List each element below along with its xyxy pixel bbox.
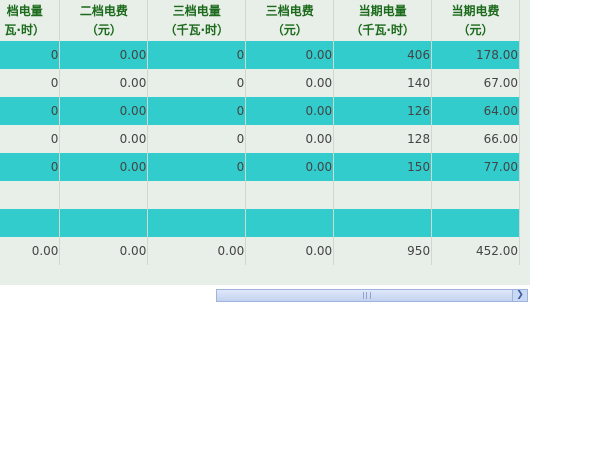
table-cell: 0.00 (59, 97, 149, 125)
table-cell: 0.00 (245, 237, 335, 265)
table-cell: 0.00 (59, 237, 149, 265)
table-cell: 0.00 (245, 41, 335, 69)
table-cell (245, 181, 335, 209)
table-cell: 950 (333, 237, 433, 265)
table-cell: 406 (333, 41, 433, 69)
column-header[interactable]: 当期电量 （千瓦·时） (333, 0, 433, 41)
table-row[interactable] (0, 209, 520, 237)
table-cell: 0 (0, 153, 61, 181)
table-cell: 0.00 (59, 41, 149, 69)
table-cell: 452.00 (431, 237, 520, 265)
table-row[interactable] (0, 181, 520, 209)
table-cell: 0.00 (59, 153, 149, 181)
column-header[interactable]: 三档电量 （千瓦·时） (147, 0, 247, 41)
column-header[interactable]: 档电量 瓦·时） (0, 0, 61, 41)
table-cell: 0 (147, 125, 247, 153)
table-cell: 77.00 (431, 153, 520, 181)
table-row[interactable]: 0 0.00 0 0.00 406 178.00 (0, 41, 520, 69)
table-cell (59, 181, 149, 209)
table-cell (59, 209, 149, 237)
table-cell: 0 (0, 97, 61, 125)
table-cell: 0 (0, 125, 61, 153)
table-cell: 0.00 (245, 97, 335, 125)
table-cell: 64.00 (431, 97, 520, 125)
total-row[interactable]: 0.00 0.00 0.00 0.00 950 452.00 (0, 237, 520, 265)
table-cell (0, 209, 61, 237)
table-cell: 0.00 (245, 69, 335, 97)
table-cell: 128 (333, 125, 433, 153)
table-cell: 140 (333, 69, 433, 97)
table-cell (245, 209, 335, 237)
table-cell (431, 181, 520, 209)
table-cell (431, 209, 520, 237)
table-row[interactable]: 0 0.00 0 0.00 140 67.00 (0, 69, 520, 97)
scrollbar-thumb[interactable] (217, 290, 512, 301)
data-table: 档电量 瓦·时） 二档电费 （元） 三档电量 （千瓦·时） 三档电费 （元） 当期电量（… (0, 0, 520, 265)
table-cell: 0.00 (59, 125, 149, 153)
table-cell: 0 (0, 69, 61, 97)
table-cell: 0 (147, 97, 247, 125)
column-header[interactable]: 二档电费 （元） (59, 0, 149, 41)
table-cell: 0 (147, 41, 247, 69)
data-grid: 档电量 瓦·时） 二档电费 （元） 三档电量 （千瓦·时） 三档电费 （元） 当期电量（… (0, 0, 530, 285)
table-row[interactable]: 0 0.00 0 0.00 150 77.00 (0, 153, 520, 181)
table-cell: 67.00 (431, 69, 520, 97)
chevron-right-icon[interactable]: ❯ (512, 290, 527, 301)
table-cell: 126 (333, 97, 433, 125)
column-header[interactable]: 三档电费 （元） (245, 0, 335, 41)
table-cell (333, 209, 433, 237)
column-header[interactable]: 当期电费 （元） (431, 0, 520, 41)
table-cell (147, 209, 247, 237)
table-cell: 0.00 (245, 153, 335, 181)
table-cell: 0.00 (245, 125, 335, 153)
table-cell (0, 181, 61, 209)
table-cell (333, 181, 433, 209)
table-cell: 0.00 (59, 69, 149, 97)
table-cell: 150 (333, 153, 433, 181)
table-row[interactable]: 0 0.00 0 0.00 126 64.00 (0, 97, 520, 125)
table-cell: 178.00 (431, 41, 520, 69)
table-cell: 66.00 (431, 125, 520, 153)
horizontal-scrollbar[interactable]: ❯ (216, 289, 528, 302)
table-cell: 0.00 (147, 237, 247, 265)
table-cell (147, 181, 247, 209)
table-row[interactable]: 0 0.00 0 0.00 128 66.00 (0, 125, 520, 153)
table-cell: 0 (147, 69, 247, 97)
table-cell: 0 (147, 153, 247, 181)
table-cell: 0 (0, 41, 61, 69)
header-row: 档电量 瓦·时） 二档电费 （元） 三档电量 （千瓦·时） 三档电费 （元） 当期电量（… (0, 0, 520, 41)
grip-icon (363, 292, 371, 299)
table-cell: 0.00 (0, 237, 61, 265)
